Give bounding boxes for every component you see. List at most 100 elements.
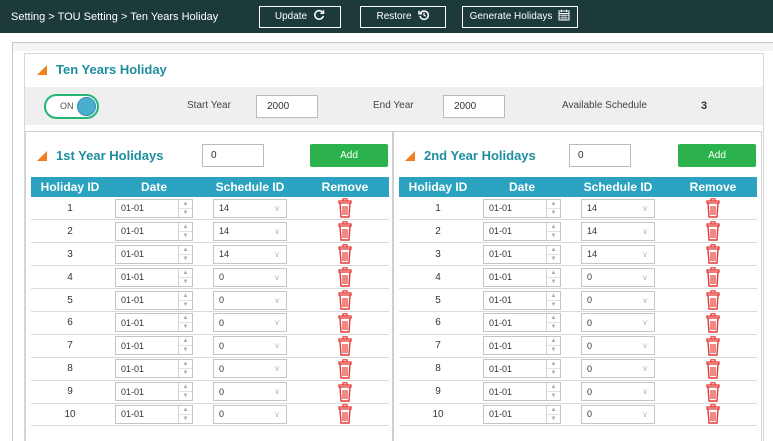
chevron-up-icon[interactable]: ▲ [547,383,560,391]
schedule-select[interactable]: 0 ∨ [581,290,655,310]
date-stepper[interactable]: ▲ ▼ [178,405,192,423]
restore-button[interactable]: Restore [360,5,446,28]
second-year-count-input[interactable]: 0 [569,144,631,167]
second-year-add-button[interactable]: Add [678,144,756,167]
trash-icon[interactable] [705,244,721,264]
date-input[interactable]: 01-01 ▲ ▼ [115,267,193,287]
schedule-select[interactable]: 0 ∨ [581,313,655,333]
schedule-select[interactable]: 0 ∨ [581,382,655,402]
chevron-up-icon[interactable]: ▲ [179,360,192,368]
chevron-up-icon[interactable]: ▲ [547,406,560,414]
chevron-up-icon[interactable]: ▲ [547,269,560,277]
trash-icon[interactable] [705,267,721,287]
chevron-up-icon[interactable]: ▲ [547,292,560,300]
date-stepper[interactable]: ▲ ▼ [178,199,192,217]
date-input[interactable]: 01-01 ▲ ▼ [483,359,561,379]
trash-icon[interactable] [337,198,353,218]
date-input[interactable]: 01-01 ▲ ▼ [115,244,193,264]
chevron-up-icon[interactable]: ▲ [179,314,192,322]
chevron-up-icon[interactable]: ▲ [179,337,192,345]
chevron-down-icon[interactable]: ▼ [547,322,560,331]
chevron-up-icon[interactable]: ▲ [179,223,192,231]
chevron-down-icon[interactable]: ▼ [547,413,560,423]
date-stepper[interactable]: ▲ ▼ [546,245,560,263]
trash-icon[interactable] [705,358,721,379]
date-input[interactable]: 01-01 ▲ ▼ [483,336,561,356]
schedule-select[interactable]: 0 ∨ [581,336,655,356]
date-input[interactable]: 01-01 ▲ ▼ [483,290,561,310]
end-year-input[interactable]: 2000 [443,95,505,118]
date-stepper[interactable]: ▲ ▼ [178,268,192,286]
date-input[interactable]: 01-01 ▲ ▼ [115,336,193,356]
chevron-down-icon[interactable]: ▼ [547,299,560,309]
update-button[interactable]: Update [259,5,341,28]
chevron-up-icon[interactable]: ▲ [547,314,560,322]
date-stepper[interactable]: ▲ ▼ [546,360,560,378]
trash-icon[interactable] [337,290,353,310]
start-year-input[interactable]: 2000 [256,95,318,118]
date-stepper[interactable]: ▲ ▼ [546,405,560,423]
date-stepper[interactable]: ▲ ▼ [546,337,560,355]
date-stepper[interactable]: ▲ ▼ [546,314,560,332]
date-stepper[interactable]: ▲ ▼ [546,383,560,401]
schedule-select[interactable]: 14 ∨ [581,221,655,241]
trash-icon[interactable] [705,198,721,218]
chevron-down-icon[interactable]: ▼ [547,207,560,217]
trash-icon[interactable] [337,244,353,264]
trash-icon[interactable] [337,221,353,242]
first-year-add-button[interactable]: Add [310,144,388,167]
schedule-select[interactable]: 0 ∨ [213,336,287,356]
date-stepper[interactable]: ▲ ▼ [178,222,192,240]
date-stepper[interactable]: ▲ ▼ [178,314,192,332]
schedule-select[interactable]: 14 ∨ [213,221,287,241]
date-input[interactable]: 01-01 ▲ ▼ [483,221,561,241]
chevron-down-icon[interactable]: ▼ [179,253,192,263]
date-stepper[interactable]: ▲ ▼ [178,360,192,378]
date-input[interactable]: 01-01 ▲ ▼ [483,313,561,333]
trash-icon[interactable] [337,358,353,379]
date-input[interactable]: 01-01 ▲ ▼ [115,290,193,310]
schedule-select[interactable]: 0 ∨ [213,267,287,287]
trash-icon[interactable] [705,221,721,242]
date-stepper[interactable]: ▲ ▼ [546,222,560,240]
schedule-select[interactable]: 14 ∨ [213,198,287,218]
date-input[interactable]: 01-01 ▲ ▼ [483,244,561,264]
date-input[interactable]: 01-01 ▲ ▼ [115,313,193,333]
chevron-up-icon[interactable]: ▲ [179,406,192,414]
date-stepper[interactable]: ▲ ▼ [178,245,192,263]
chevron-up-icon[interactable]: ▲ [547,337,560,345]
chevron-down-icon[interactable]: ▼ [547,368,560,377]
chevron-down-icon[interactable]: ▼ [547,391,560,400]
date-input[interactable]: 01-01 ▲ ▼ [115,404,193,424]
schedule-select[interactable]: 0 ∨ [213,382,287,402]
chevron-up-icon[interactable]: ▲ [547,200,560,208]
chevron-down-icon[interactable]: ▼ [179,207,192,217]
schedule-select[interactable]: 0 ∨ [213,404,287,424]
schedule-select[interactable]: 0 ∨ [213,359,287,379]
trash-icon[interactable] [705,404,721,425]
date-stepper[interactable]: ▲ ▼ [178,383,192,401]
chevron-down-icon[interactable]: ▼ [179,345,192,354]
chevron-down-icon[interactable]: ▼ [179,322,192,331]
chevron-up-icon[interactable]: ▲ [547,223,560,231]
trash-icon[interactable] [705,381,721,402]
trash-icon[interactable] [337,267,353,287]
trash-icon[interactable] [337,313,353,333]
date-stepper[interactable]: ▲ ▼ [546,291,560,309]
date-input[interactable]: 01-01 ▲ ▼ [483,404,561,424]
chevron-up-icon[interactable]: ▲ [179,246,192,254]
chevron-up-icon[interactable]: ▲ [179,269,192,277]
date-input[interactable]: 01-01 ▲ ▼ [115,198,193,218]
trash-icon[interactable] [705,313,721,333]
trash-icon[interactable] [337,381,353,402]
date-stepper[interactable]: ▲ ▼ [178,337,192,355]
chevron-down-icon[interactable]: ▼ [179,230,192,240]
chevron-down-icon[interactable]: ▼ [547,253,560,263]
schedule-select[interactable]: 0 ∨ [581,359,655,379]
chevron-up-icon[interactable]: ▲ [547,360,560,368]
chevron-up-icon[interactable]: ▲ [179,383,192,391]
schedule-select[interactable]: 14 ∨ [581,244,655,264]
date-input[interactable]: 01-01 ▲ ▼ [115,359,193,379]
chevron-down-icon[interactable]: ▼ [547,230,560,240]
chevron-up-icon[interactable]: ▲ [179,292,192,300]
